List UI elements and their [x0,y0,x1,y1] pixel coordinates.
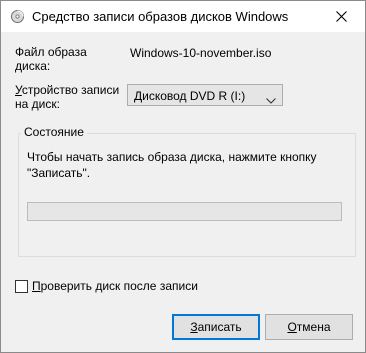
verify-disc-label-text: роверить диск после записи [40,279,198,293]
window-title: Средство записи образов дисков Windows [32,9,289,24]
cancel-button-accel: О [287,320,297,334]
image-file-label: Файл образа диска: [15,45,87,73]
cancel-button[interactable]: Отмена [265,314,353,340]
verify-disc-checkbox[interactable] [15,280,28,293]
burn-button[interactable]: Записать [172,314,260,340]
disc-burner-select[interactable]: Дисковод DVD R (I:) [127,84,283,106]
burner-label-accel: У [15,83,22,97]
image-file-value: Windows-10-november.iso [130,46,272,60]
status-message: Чтобы начать запись образа диска, нажмит… [27,150,317,180]
burn-progress-bar [27,202,342,221]
burner-label: Устройство записи на диск: [15,83,119,111]
cancel-button-label: тмена [296,320,331,334]
disc-burner-selected: Дисковод DVD R (I:) [134,89,246,103]
disc-burner-icon [11,10,24,23]
dialog-body: Файл образа диска: Windows-10-november.i… [1,32,365,352]
close-icon [336,11,347,22]
status-group-title: Состояние [21,124,87,140]
burner-label-text: стройство записи на диск: [15,83,120,111]
verify-disc-label[interactable]: Проверить диск после записи [32,279,198,293]
verify-disc-accel: П [32,279,41,293]
burner-dialog: Средство записи образов дисков Windows Ф… [0,0,366,353]
burn-button-accel: З [190,320,198,334]
title-bar: Средство записи образов дисков Windows [1,1,365,32]
close-button[interactable] [319,1,365,32]
burn-button-label: аписать [197,320,242,334]
chevron-down-icon [266,93,276,107]
